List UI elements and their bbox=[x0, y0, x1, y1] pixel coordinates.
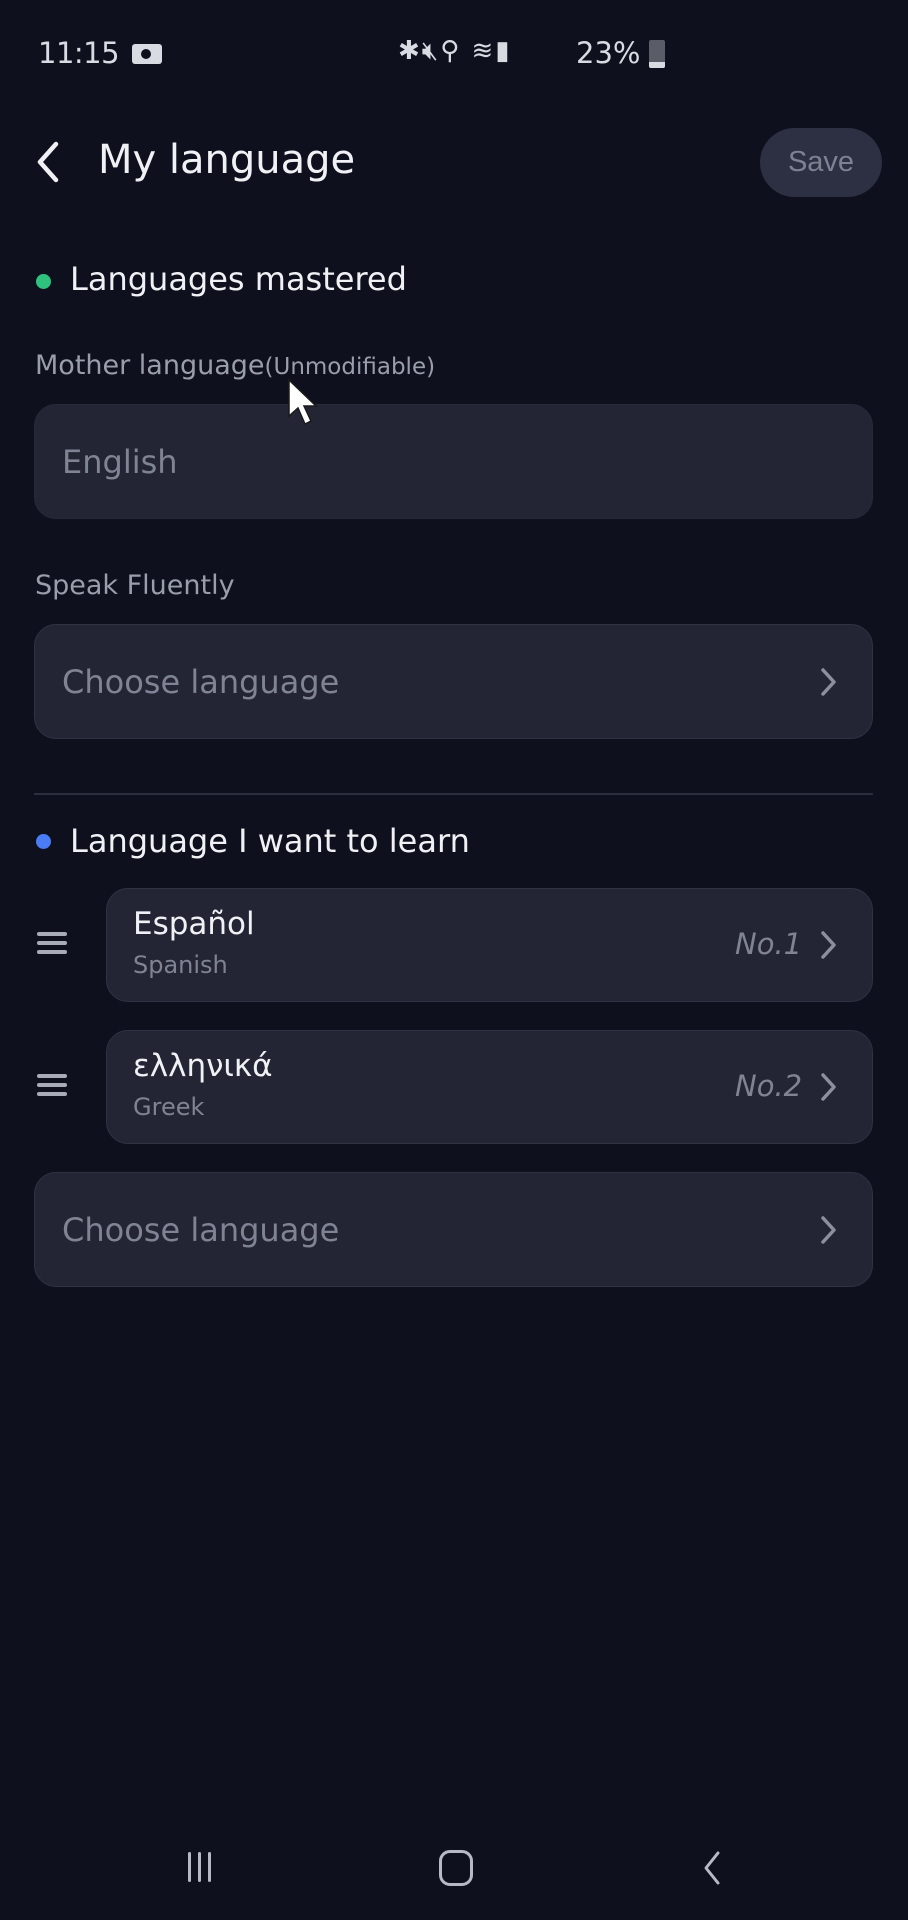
language-english-name: Spanish bbox=[133, 951, 228, 979]
nav-back-button[interactable] bbox=[700, 1850, 724, 1886]
language-native-name: Español bbox=[133, 906, 255, 942]
save-button[interactable]: Save bbox=[760, 128, 882, 197]
chevron-left-icon bbox=[37, 141, 59, 183]
back-button[interactable] bbox=[30, 136, 70, 188]
chevron-right-icon bbox=[821, 1073, 836, 1101]
section-indicator-dot bbox=[36, 834, 51, 849]
learn-language-item[interactable]: ελληνικά Greek No.2 bbox=[106, 1030, 873, 1144]
signal-icon: ▮ bbox=[495, 36, 512, 66]
drag-handle-icon[interactable] bbox=[37, 1074, 67, 1100]
battery-icon bbox=[649, 40, 665, 68]
recent-apps-button[interactable] bbox=[184, 1850, 218, 1884]
page-title: My language bbox=[98, 137, 356, 183]
unmodifiable-note: (Unmodifiable) bbox=[264, 354, 436, 380]
mother-language-label: Mother language(Unmodifiable) bbox=[35, 350, 435, 381]
language-native-name: ελληνικά bbox=[133, 1048, 273, 1084]
battery-percent: 23% bbox=[576, 36, 641, 70]
section-divider bbox=[34, 793, 873, 795]
bluetooth-icon: ✱ bbox=[398, 36, 422, 66]
status-icons: ✱🔇︎⚲ ≋▮ bbox=[398, 36, 512, 67]
video-camera-icon bbox=[132, 44, 162, 64]
language-english-name: Greek bbox=[133, 1093, 205, 1121]
section-title-mastered: Languages mastered bbox=[70, 260, 407, 298]
speak-fluently-select[interactable]: Choose language bbox=[34, 624, 873, 739]
mouse-cursor-icon bbox=[288, 378, 318, 426]
speak-fluently-placeholder: Choose language bbox=[62, 663, 340, 701]
mother-language-label-text: Mother language bbox=[35, 350, 265, 381]
location-icon: ⚲ bbox=[440, 36, 462, 66]
wifi-icon: ≋ bbox=[471, 36, 496, 66]
section-indicator-dot bbox=[36, 274, 51, 289]
speak-fluently-label: Speak Fluently bbox=[35, 570, 235, 601]
chevron-right-icon bbox=[821, 1216, 836, 1244]
mute-icon: 🔇︎ bbox=[421, 36, 441, 66]
chevron-right-icon bbox=[821, 931, 836, 959]
home-button[interactable] bbox=[439, 1850, 473, 1886]
battery-fill bbox=[649, 61, 665, 68]
back-icon bbox=[704, 1851, 720, 1885]
drag-handle-icon[interactable] bbox=[37, 932, 67, 958]
language-rank: No.2 bbox=[735, 1069, 803, 1103]
status-time: 11:15 bbox=[38, 36, 120, 70]
add-learn-language-select[interactable]: Choose language bbox=[34, 1172, 873, 1287]
language-rank: No.1 bbox=[735, 927, 803, 961]
section-title-learn: Language I want to learn bbox=[70, 822, 470, 860]
mother-language-value: English bbox=[62, 443, 178, 481]
learn-language-item[interactable]: Español Spanish No.1 bbox=[106, 888, 873, 1002]
chevron-right-icon bbox=[821, 668, 836, 696]
mother-language-field: English bbox=[34, 404, 873, 519]
add-language-placeholder: Choose language bbox=[62, 1211, 340, 1249]
